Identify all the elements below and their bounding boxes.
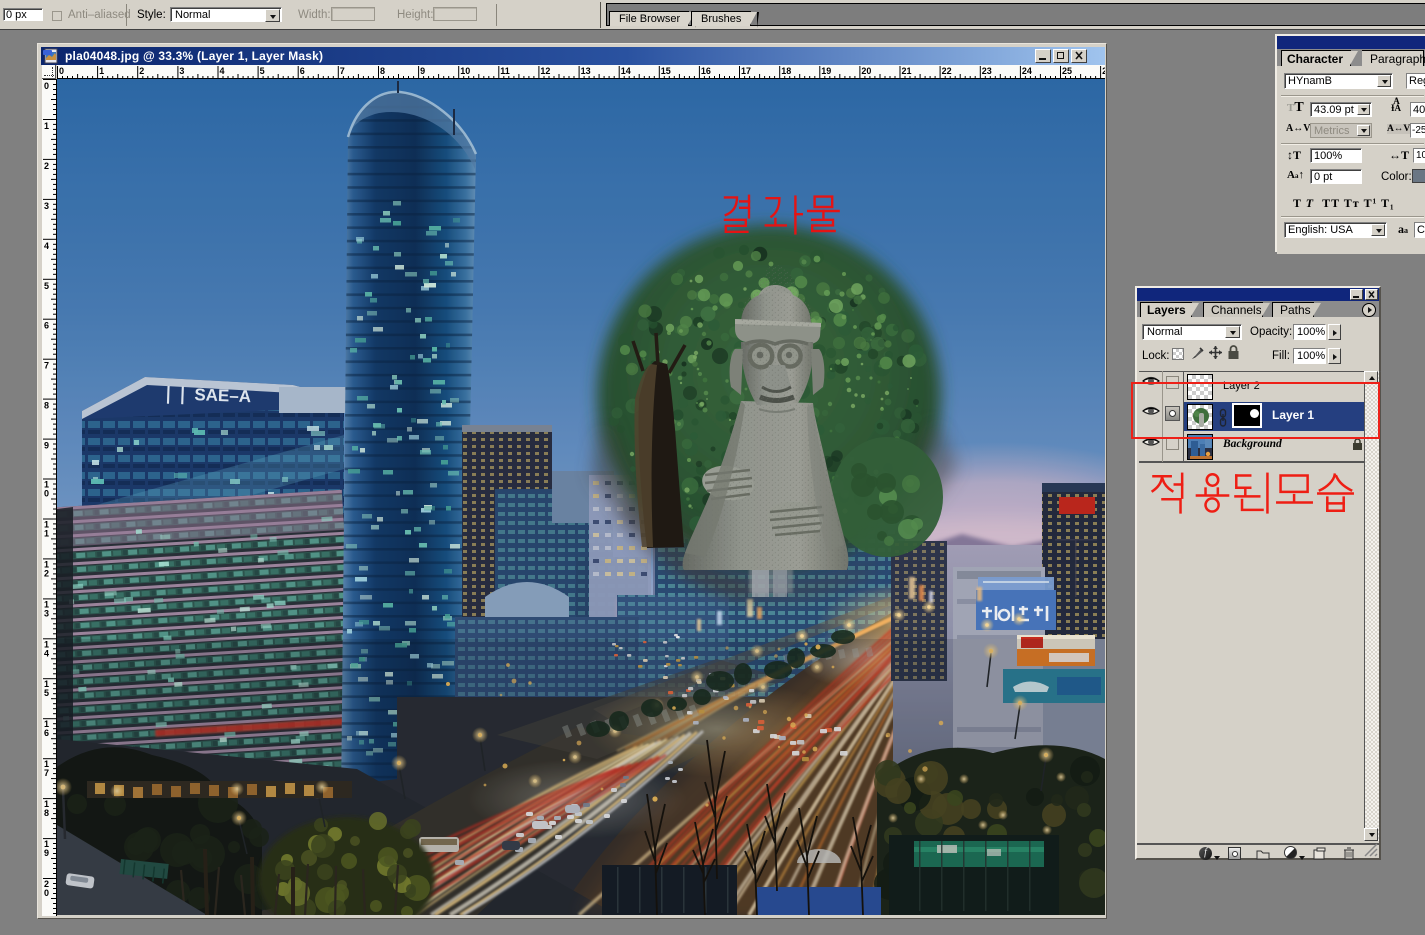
svg-text:1: 1 bbox=[44, 529, 49, 539]
svg-text:14: 14 bbox=[621, 66, 631, 76]
svg-text:23: 23 bbox=[982, 66, 992, 76]
svg-text:3: 3 bbox=[44, 608, 49, 618]
svg-text:1: 1 bbox=[44, 121, 49, 131]
svg-text:3: 3 bbox=[179, 66, 184, 76]
svg-text:16: 16 bbox=[701, 66, 711, 76]
svg-text:9: 9 bbox=[44, 848, 49, 858]
svg-text:4: 4 bbox=[44, 648, 49, 658]
svg-text:0: 0 bbox=[59, 66, 64, 76]
svg-text:21: 21 bbox=[902, 66, 912, 76]
svg-text:0: 0 bbox=[44, 489, 49, 499]
svg-text:0: 0 bbox=[44, 888, 49, 898]
svg-text:10: 10 bbox=[460, 66, 470, 76]
svg-text:8: 8 bbox=[380, 66, 385, 76]
svg-text:15: 15 bbox=[661, 66, 671, 76]
svg-text:9: 9 bbox=[420, 66, 425, 76]
svg-text:2: 2 bbox=[44, 568, 49, 578]
svg-text:1: 1 bbox=[99, 66, 104, 76]
svg-text:6: 6 bbox=[300, 66, 305, 76]
svg-text:7: 7 bbox=[340, 66, 345, 76]
svg-text:4: 4 bbox=[220, 66, 225, 76]
svg-text:19: 19 bbox=[821, 66, 831, 76]
svg-text:2: 2 bbox=[139, 66, 144, 76]
svg-text:2: 2 bbox=[44, 161, 49, 171]
svg-text:17: 17 bbox=[741, 66, 751, 76]
svg-text:9: 9 bbox=[44, 441, 49, 451]
svg-text:5: 5 bbox=[260, 66, 265, 76]
svg-text:18: 18 bbox=[781, 66, 791, 76]
svg-text:6: 6 bbox=[44, 321, 49, 331]
svg-text:24: 24 bbox=[1022, 66, 1032, 76]
svg-text:0: 0 bbox=[44, 81, 49, 91]
svg-text:3: 3 bbox=[44, 201, 49, 211]
svg-text:7: 7 bbox=[44, 768, 49, 778]
svg-text:26: 26 bbox=[1102, 66, 1105, 76]
svg-text:8: 8 bbox=[44, 401, 49, 411]
svg-text:4: 4 bbox=[44, 241, 49, 251]
svg-text:25: 25 bbox=[1062, 66, 1072, 76]
svg-text:5: 5 bbox=[44, 281, 49, 291]
svg-text:8: 8 bbox=[44, 808, 49, 818]
svg-text:6: 6 bbox=[44, 728, 49, 738]
svg-text:12: 12 bbox=[540, 66, 550, 76]
svg-text:11: 11 bbox=[500, 66, 510, 76]
svg-text:13: 13 bbox=[581, 66, 591, 76]
svg-text:22: 22 bbox=[942, 66, 952, 76]
svg-text:7: 7 bbox=[44, 361, 49, 371]
svg-text:5: 5 bbox=[44, 688, 49, 698]
svg-text:20: 20 bbox=[861, 66, 871, 76]
